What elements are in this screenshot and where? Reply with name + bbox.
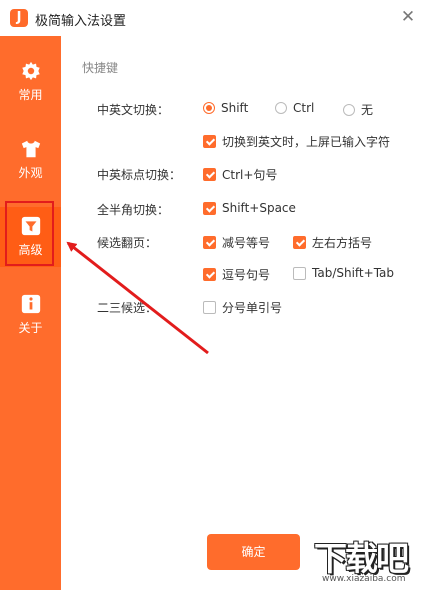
watermark-text: 下载吧 bbox=[314, 539, 409, 578]
annotation-arrow-icon bbox=[66, 241, 209, 355]
watermark-url: www.xiazaiba.com bbox=[322, 574, 406, 584]
watermark-logo: 下载吧 www.xiazaiba.com bbox=[310, 532, 429, 590]
